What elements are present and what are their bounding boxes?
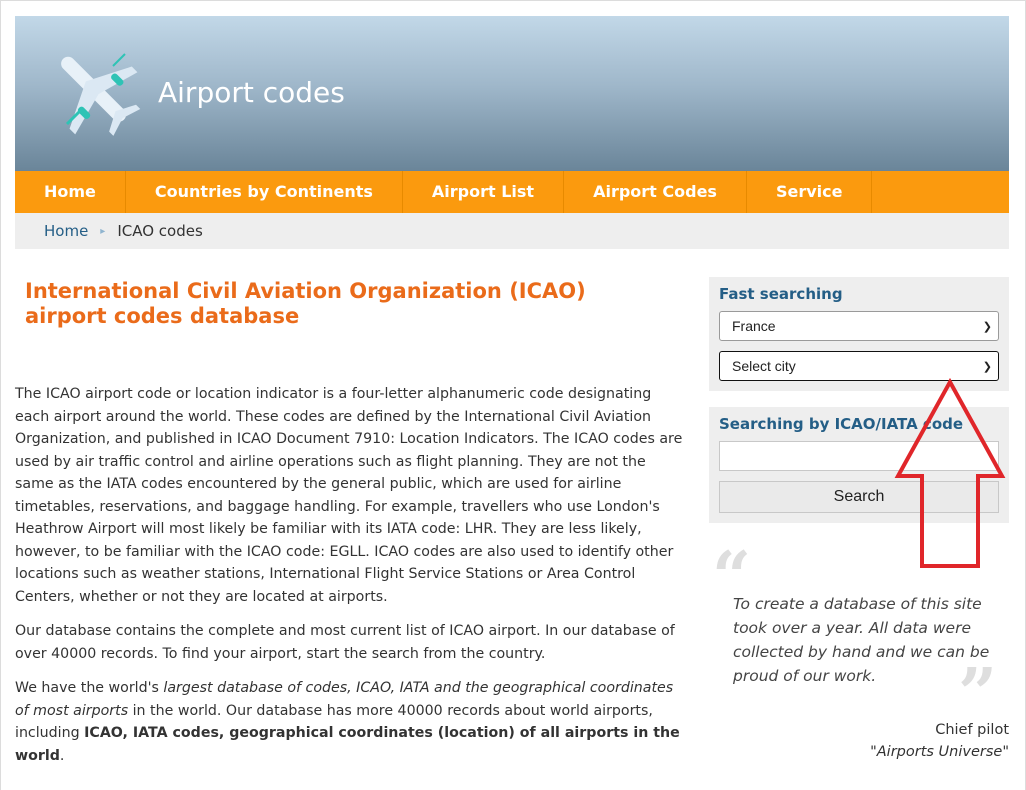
nav-item-countries-by-continents[interactable]: Countries by Continents (126, 171, 403, 213)
chevron-down-icon: ❯ (982, 360, 992, 373)
country-select[interactable]: France ❯ (719, 311, 999, 341)
city-select-value: Select city (732, 358, 796, 374)
breadcrumb-current: ICAO codes (117, 222, 203, 240)
airplane-icon (61, 53, 141, 136)
country-select-value: France (732, 318, 776, 334)
main-content: The ICAO airport code or location indica… (15, 383, 685, 779)
breadcrumb-home-link[interactable]: Home (44, 222, 88, 240)
features-paragraph: We have the world's largest database of … (15, 677, 685, 767)
quote-organization: "Airports Universe" (870, 744, 1009, 760)
database-paragraph: Our database contains the complete and m… (15, 623, 675, 662)
nav-item-service[interactable]: Service (747, 171, 873, 213)
text-segment: . (59, 747, 65, 764)
nav-item-airport-list[interactable]: Airport List (403, 171, 565, 213)
nav-item-airport-codes[interactable]: Airport Codes (564, 171, 747, 213)
site-header: Airport codes (15, 16, 1009, 171)
page-title: International Civil Aviation Organizatio… (25, 279, 586, 328)
search-button[interactable]: Search (719, 481, 999, 513)
quote-attribution: Chief pilot "Airports Universe" (870, 719, 1009, 763)
nav-item-home[interactable]: Home (15, 171, 126, 213)
fast-search-box: Fast searching France ❯ Select city ❯ (709, 277, 1009, 391)
chevron-down-icon: ❯ (982, 320, 992, 333)
fast-search-title: Fast searching (719, 285, 843, 303)
close-quote-icon: ” (958, 654, 998, 734)
city-select[interactable]: Select city ❯ (719, 351, 999, 381)
quote-author: Chief pilot (935, 722, 1009, 738)
text-segment: We have the world's (15, 680, 164, 696)
code-search-input[interactable] (719, 441, 999, 471)
code-search-box: Searching by ICAO/IATA code Search (709, 407, 1009, 523)
chevron-right-icon: ▸ (100, 225, 106, 237)
breadcrumb: Home ▸ ICAO codes (15, 213, 1009, 249)
main-nav: Home Countries by Continents Airport Lis… (15, 171, 1009, 213)
site-title[interactable]: Airport codes (158, 76, 345, 109)
code-search-title: Searching by ICAO/IATA code (719, 415, 964, 433)
bold-text: ICAO, IATA codes, geographical coordinat… (15, 725, 680, 764)
intro-paragraph: The ICAO airport code or location indica… (15, 386, 683, 605)
